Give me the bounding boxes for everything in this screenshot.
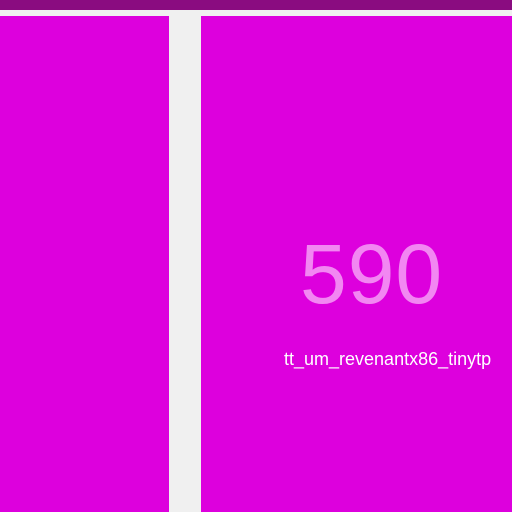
tile-right-caption: tt_um_revenantx86_tinytp (284, 349, 492, 369)
tile-left[interactable] (0, 16, 169, 512)
tile-right-count: 590 (300, 227, 444, 321)
tile-right[interactable]: 590 tt_um_revenantx86_tinytp (201, 16, 512, 512)
top-bar (0, 0, 512, 10)
screen: 590 tt_um_revenantx86_tinytp (0, 0, 512, 512)
